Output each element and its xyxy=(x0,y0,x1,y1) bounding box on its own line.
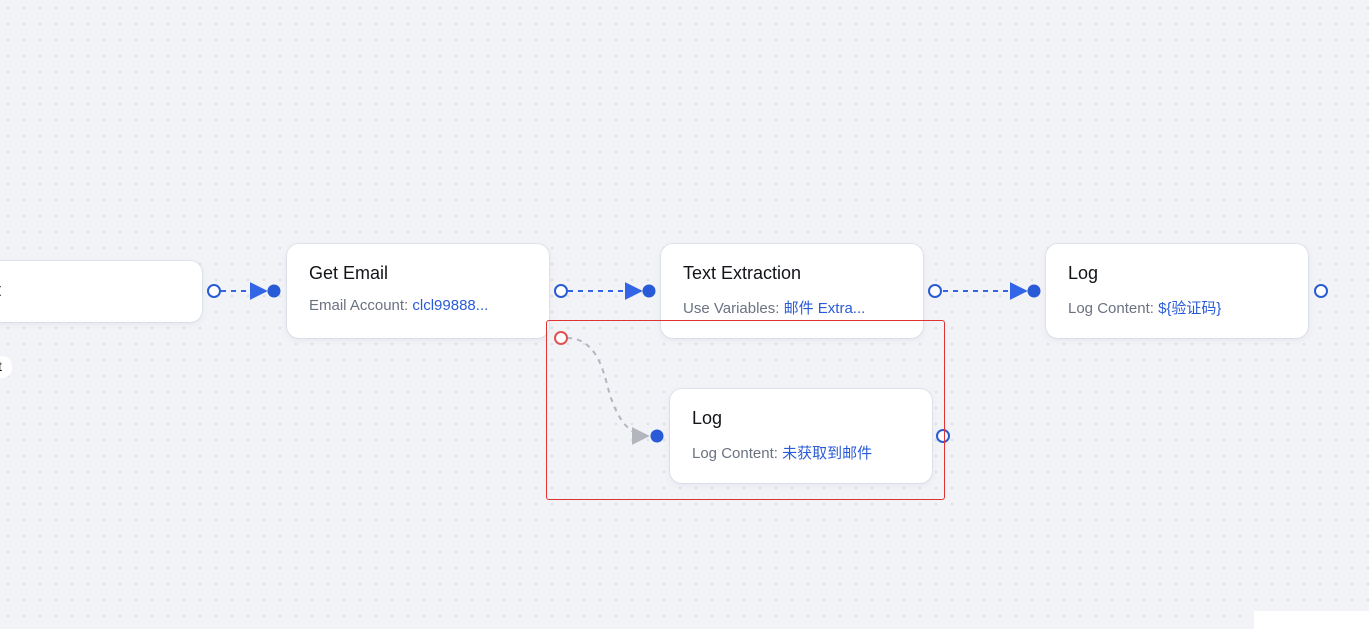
partial-node-label: t xyxy=(0,358,2,374)
node-title: t xyxy=(0,280,1,301)
node-start[interactable]: t xyxy=(0,261,202,322)
node-log-main[interactable]: Log Log Content: ${验证码} xyxy=(1046,244,1308,338)
truncation-ellipsis: ... xyxy=(852,300,866,317)
start-output-handle[interactable] xyxy=(207,284,221,298)
truncation-ellipsis: ... xyxy=(475,297,489,314)
field-label: Use Variables: xyxy=(683,300,784,317)
node-title: Get Email xyxy=(309,263,389,283)
selection-box[interactable] xyxy=(546,320,945,500)
log-main-output-handle[interactable] xyxy=(1314,284,1328,298)
node-title: Log xyxy=(1068,263,1099,283)
field-value: 邮件 Extra xyxy=(783,300,853,317)
node-subtitle: Log Content: ${验证码} xyxy=(1068,297,1288,318)
node-subtitle: Email Account: clcl99888... xyxy=(309,297,529,314)
field-label: Log Content: xyxy=(1068,300,1159,317)
text-extraction-input-handle[interactable] xyxy=(642,284,656,298)
text-extraction-output-handle[interactable] xyxy=(928,284,942,298)
node-subtitle: Use Variables: 邮件 Extra... xyxy=(683,297,903,318)
field-value: clcl99888 xyxy=(412,297,476,314)
get-email-output-handle[interactable] xyxy=(554,284,568,298)
node-get-email[interactable]: Get Email Email Account: clcl99888... xyxy=(287,244,549,338)
field-label: Email Account: xyxy=(309,297,413,314)
workflow-canvas[interactable]: t Get Email Email Account: clcl99888... … xyxy=(0,0,1369,629)
field-value: ${验证码} xyxy=(1158,300,1222,317)
canvas-corner-panel xyxy=(1254,611,1369,629)
log-main-input-handle[interactable] xyxy=(1027,284,1041,298)
node-title: Text Extraction xyxy=(683,263,802,283)
get-email-input-handle[interactable] xyxy=(267,284,281,298)
